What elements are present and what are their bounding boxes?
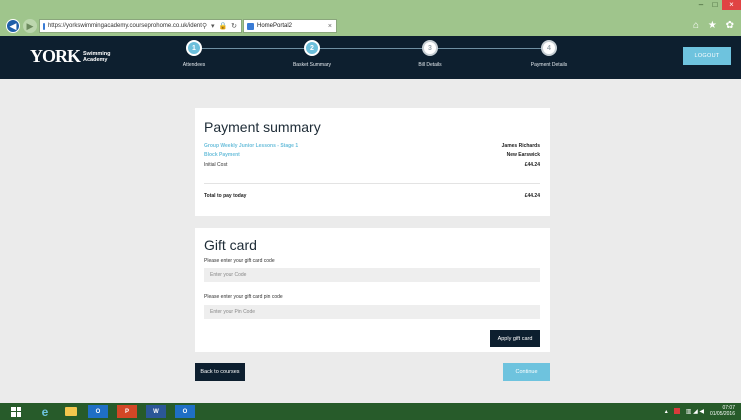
course-name-link[interactable]: Group Weekly Junior Lessons - Stage 1 xyxy=(204,143,298,149)
initial-cost-value: £44.24 xyxy=(524,162,540,168)
site-header: YORK Swimming Academy 1 Attendees 2 Bask… xyxy=(0,36,741,79)
gift-code-label: Please enter your gift card code xyxy=(204,258,275,264)
step-label-payment-details: Payment Details xyxy=(530,62,568,68)
payment-summary-title: Payment summary xyxy=(204,119,321,135)
logo-mark: YORK xyxy=(30,46,81,66)
apply-gift-card-button[interactable]: Apply gift card xyxy=(490,330,540,347)
window-controls: – □ × xyxy=(694,0,741,10)
word-icon[interactable]: W xyxy=(146,405,166,418)
york-swimming-logo[interactable]: YORK Swimming Academy xyxy=(30,46,111,67)
powerpoint-icon[interactable]: P xyxy=(117,405,137,418)
address-bar[interactable]: https://yorkswimmingacademy.courseprohom… xyxy=(39,19,242,33)
home-favorites-settings-icon[interactable]: ⌂ ★ ✿ xyxy=(693,20,737,31)
attendee-name: James Richards xyxy=(501,143,540,149)
venue-name: New Earswick xyxy=(506,152,540,158)
payment-summary-card: Payment summary Group Weekly Junior Less… xyxy=(195,108,550,216)
step-3-bill-details: 3 xyxy=(422,40,438,56)
clock[interactable]: 07:07 01/05/2016 xyxy=(710,405,735,417)
maximize-icon[interactable]: □ xyxy=(708,0,722,10)
windows-taskbar: e O P W O ▴ ▥ ◢ ◀ 07:07 01/05/2016 xyxy=(0,403,741,420)
browser-back-button[interactable]: ◀ xyxy=(6,19,20,33)
address-url: https://yorkswimmingacademy.courseprohom… xyxy=(47,23,202,29)
logout-button[interactable]: LOGOUT xyxy=(683,47,731,65)
total-value: £44.24 xyxy=(524,193,540,199)
total-label: Total to pay today xyxy=(204,193,247,199)
continue-button[interactable]: Continue xyxy=(503,363,550,381)
gift-pin-label: Please enter your gift card pin code xyxy=(204,294,283,300)
arrow-left-icon: ◀ xyxy=(9,20,17,31)
browser-forward-button[interactable]: ▶ xyxy=(23,19,37,33)
gift-code-input[interactable] xyxy=(204,268,540,282)
notification-icon[interactable] xyxy=(673,408,680,414)
gift-pin-input[interactable] xyxy=(204,305,540,319)
browser-tab-homeportal[interactable]: HomePortal2 × xyxy=(243,19,337,33)
browser-toolbar: ◀ ▶ https://yorkswimmingacademy.coursepr… xyxy=(0,0,741,36)
start-button[interactable] xyxy=(6,405,26,418)
tab-favicon-icon xyxy=(247,22,254,30)
summary-divider xyxy=(204,183,540,184)
tab-close-icon[interactable]: × xyxy=(328,23,332,30)
step-1-attendees[interactable]: 1 xyxy=(186,40,202,56)
arrow-right-icon: ▶ xyxy=(26,20,34,31)
network-volume-icon[interactable]: ▥ ◢ ◀ xyxy=(686,408,704,415)
search-lock-refresh-icon[interactable]: ⚲ ▾ 🔒 ↻ xyxy=(202,22,241,30)
back-to-courses-button[interactable]: Back to courses xyxy=(195,363,245,381)
gift-card-panel: Gift card Please enter your gift card co… xyxy=(195,228,550,352)
site-favicon-icon xyxy=(43,22,45,30)
clock-date: 01/05/2016 xyxy=(709,411,735,417)
internet-explorer-icon[interactable]: e xyxy=(35,405,55,419)
step-label-attendees: Attendees xyxy=(182,62,206,68)
windows-logo-icon xyxy=(11,406,21,417)
step-label-bill-details: Bill Details xyxy=(418,62,442,68)
outlook-icon[interactable]: O xyxy=(88,405,108,418)
logo-subtitle: Swimming Academy xyxy=(83,51,111,63)
payment-type-link[interactable]: Block Payment xyxy=(204,152,240,158)
file-explorer-icon[interactable] xyxy=(61,405,81,418)
close-window-icon[interactable]: × xyxy=(722,0,741,10)
step-label-basket-summary: Basket Summary xyxy=(292,62,332,68)
tray-arrow-icon[interactable]: ▴ xyxy=(665,408,668,415)
initial-cost-label: Initial Cost xyxy=(204,162,228,168)
tab-title: HomePortal2 xyxy=(257,23,293,29)
progress-line xyxy=(195,48,550,49)
logo-sub-line-2: Academy xyxy=(83,56,108,63)
step-4-payment-details: 4 xyxy=(541,40,557,56)
minimize-icon[interactable]: – xyxy=(694,0,708,10)
system-tray: ▴ ▥ ◢ ◀ 07:07 01/05/2016 xyxy=(665,405,735,417)
gift-card-title: Gift card xyxy=(204,237,257,253)
step-2-basket-summary[interactable]: 2 xyxy=(304,40,320,56)
outlook-second-icon[interactable]: O xyxy=(175,405,195,418)
